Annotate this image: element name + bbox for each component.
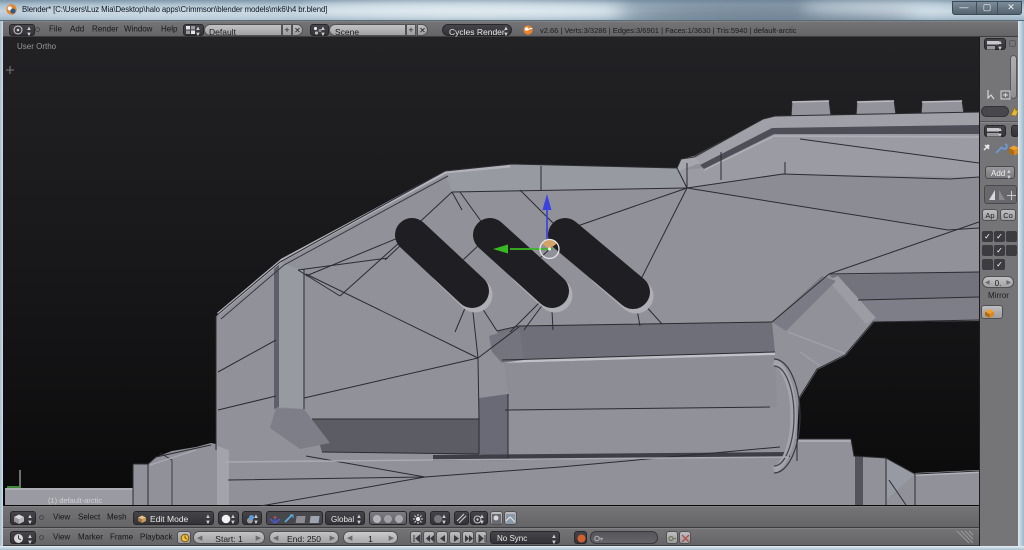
- svg-text:(1) default-arctic: (1) default-arctic: [48, 496, 102, 505]
- svg-text:User Ortho: User Ortho: [17, 42, 57, 51]
